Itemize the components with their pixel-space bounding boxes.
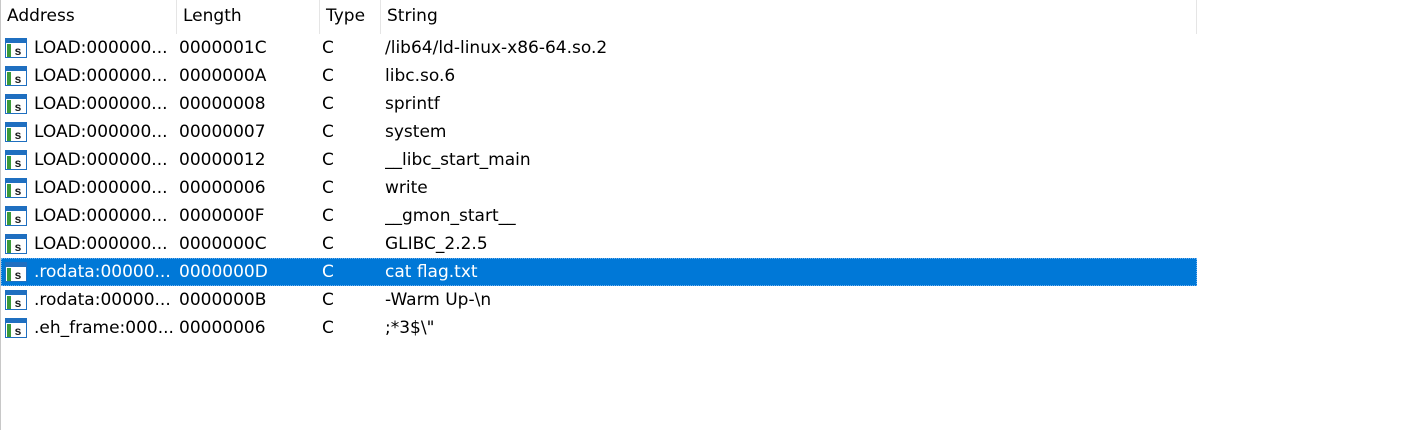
cell-address: LOAD:000000... [34,178,168,198]
cell-length: 0000000A [179,66,267,86]
cell-length: 00000012 [179,150,266,170]
cell-length: 00000007 [179,122,266,142]
string-literal-icon: s [5,262,27,282]
cell-address: LOAD:000000... [34,94,168,114]
table-row[interactable]: s LOAD:000000... 00000008 C sprintf [1,90,1197,118]
cell-string: ;*3$\" [385,318,435,338]
table-row[interactable]: s .rodata:00000... 0000000B C -Warm Up-\… [1,286,1197,314]
svg-text:s: s [15,44,22,58]
cell-address: .eh_frame:000... [34,318,174,338]
cell-type: C [322,38,334,58]
string-literal-icon: s [5,66,27,86]
column-header-address[interactable]: Address [1,0,177,34]
cell-length: 00000006 [179,318,266,338]
cell-address: LOAD:000000... [34,66,168,86]
string-literal-icon: s [5,94,27,114]
cell-length: 0000000F [179,206,265,226]
cell-type: C [322,318,334,338]
cell-address: LOAD:000000... [34,206,168,226]
cell-length: 0000000C [179,234,267,254]
cell-type: C [322,150,334,170]
table-row[interactable]: s LOAD:000000... 0000000A C libc.so.6 [1,62,1197,90]
cell-type: C [322,122,334,142]
string-literal-icon: s [5,122,27,142]
svg-text:s: s [15,156,22,170]
cell-string: __gmon_start__ [385,206,516,226]
table-row[interactable]: s LOAD:000000... 00000007 C system [1,118,1197,146]
cell-address: LOAD:000000... [34,122,168,142]
column-header-length[interactable]: Length [177,0,320,34]
svg-text:s: s [15,268,22,282]
svg-text:s: s [15,100,22,114]
cell-length: 00000006 [179,178,266,198]
column-header-type[interactable]: Type [320,0,381,34]
table-row[interactable]: s LOAD:000000... 0000000C C GLIBC_2.2.5 [1,230,1197,258]
cell-string: write [385,178,428,198]
cell-address: .rodata:00000... [34,290,171,310]
table-row[interactable]: s LOAD:000000... 00000012 C __libc_start… [1,146,1197,174]
string-literal-icon: s [5,150,27,170]
string-literal-icon: s [5,38,27,58]
cell-type: C [322,66,334,86]
cell-string: system [385,122,447,142]
string-literal-icon: s [5,178,27,198]
cell-type: C [322,206,334,226]
cell-length: 0000000B [179,290,267,310]
svg-text:s: s [15,184,22,198]
string-literal-icon: s [5,234,27,254]
svg-text:s: s [15,72,22,86]
strings-window[interactable]: Address Length Type String s LOAD:000000… [1,0,1197,430]
string-literal-icon: s [5,318,27,338]
cell-type: C [322,290,334,310]
cell-string: /lib64/ld-linux-x86-64.so.2 [385,38,608,58]
cell-string: cat flag.txt [385,262,478,282]
cell-length: 00000008 [179,94,266,114]
cell-type: C [322,94,334,114]
cell-length: 0000001C [179,38,267,58]
svg-text:s: s [15,296,22,310]
cell-address: LOAD:000000... [34,38,168,58]
cell-string: sprintf [385,94,440,114]
cell-address: LOAD:000000... [34,150,168,170]
cell-address: .rodata:00000... [34,262,171,282]
table-row[interactable]: s LOAD:000000... 0000000F C __gmon_start… [1,202,1197,230]
svg-text:s: s [15,324,22,338]
column-header: Address Length Type String [1,0,1197,34]
cell-address: LOAD:000000... [34,234,168,254]
table-row[interactable]: s .eh_frame:000... 00000006 C ;*3$\" [1,314,1197,342]
cell-string: GLIBC_2.2.5 [385,234,488,254]
column-header-string[interactable]: String [381,0,1197,34]
svg-text:s: s [15,128,22,142]
svg-text:s: s [15,212,22,226]
cell-string: -Warm Up-\n [385,290,492,310]
cell-length: 0000000D [179,262,268,282]
svg-text:s: s [15,240,22,254]
string-literal-icon: s [5,206,27,226]
cell-type: C [322,178,334,198]
cell-string: libc.so.6 [385,66,456,86]
table-row[interactable]: s LOAD:000000... 00000006 C write [1,174,1197,202]
table-row[interactable]: s LOAD:000000... 0000001C C /lib64/ld-li… [1,34,1197,62]
strings-list: s LOAD:000000... 0000001C C /lib64/ld-li… [1,34,1197,342]
table-row[interactable]: s .rodata:00000... 0000000D C cat flag.t… [1,258,1197,286]
cell-type: C [322,234,334,254]
cell-string: __libc_start_main [385,150,531,170]
string-literal-icon: s [5,290,27,310]
cell-type: C [322,262,334,282]
